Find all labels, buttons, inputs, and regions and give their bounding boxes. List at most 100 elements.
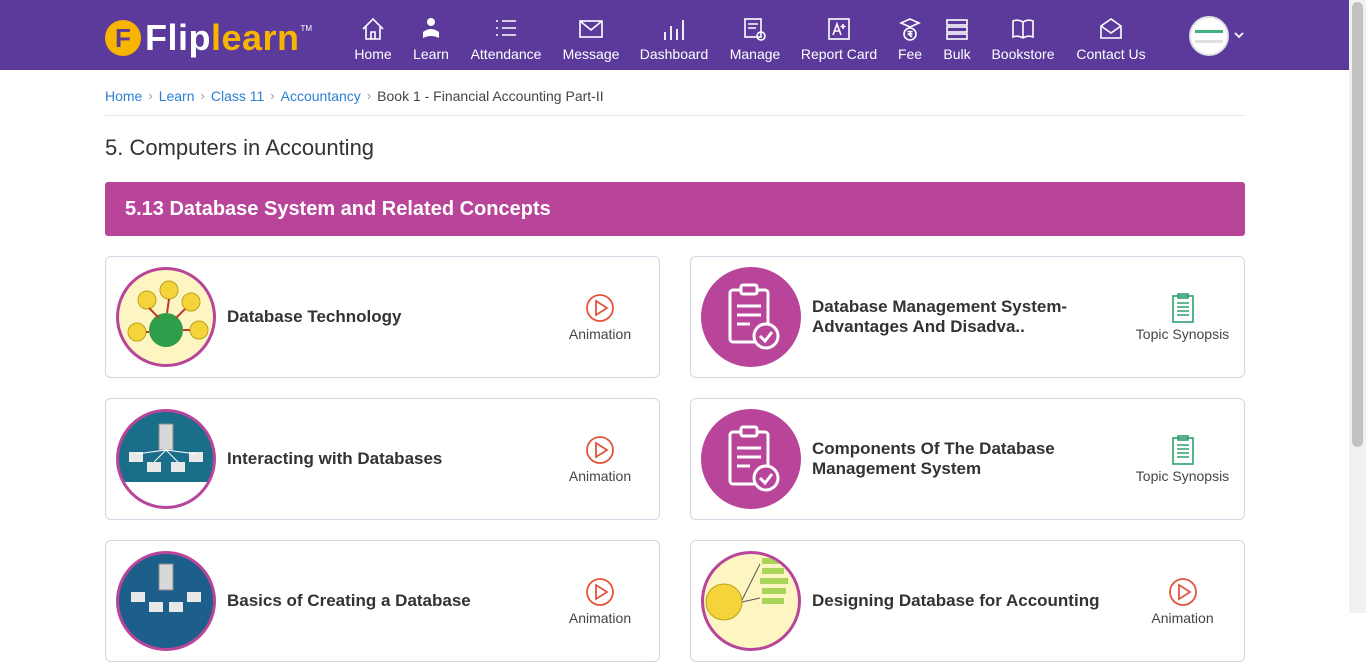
- play-circle-icon: [586, 578, 614, 606]
- nav-learn[interactable]: Learn: [411, 0, 451, 70]
- contact-mail-icon: [1100, 18, 1122, 39]
- chevron-right-icon: ›: [366, 88, 372, 103]
- bulk-stack-icon: [946, 19, 968, 40]
- breadcrumb-current: Book 1 - Financial Accounting Part-II: [377, 88, 604, 104]
- action-label: Animation: [568, 610, 632, 626]
- chevron-down-icon[interactable]: [1233, 29, 1245, 41]
- nav-bookstore-label: Bookstore: [991, 46, 1055, 62]
- clipboard-check-icon: [728, 425, 780, 492]
- animation-button[interactable]: Animation: [1135, 541, 1230, 661]
- action-label: Topic Synopsis: [1135, 468, 1230, 484]
- user-avatar[interactable]: [1189, 16, 1229, 56]
- nav-manage-label: Manage: [729, 46, 781, 62]
- nav-bulk[interactable]: Bulk: [941, 0, 973, 70]
- page-title: 5. Computers in Accounting: [105, 135, 375, 160]
- content-card-dbms-components[interactable]: Components Of The Database Management Sy…: [690, 398, 1245, 520]
- animation-button[interactable]: Animation: [555, 399, 645, 519]
- nav-attendance[interactable]: Attendance: [468, 0, 544, 70]
- chevron-right-icon: ›: [200, 88, 205, 103]
- synopsis-thumbnail: [701, 267, 801, 367]
- logo-text-flip: Flip: [145, 17, 211, 58]
- card-title: Basics of Creating a Database: [227, 591, 471, 611]
- chevron-right-icon: ›: [270, 88, 275, 103]
- breadcrumb-subject[interactable]: Accountancy: [281, 88, 361, 104]
- chevron-right-icon: ›: [148, 88, 153, 103]
- content-card-interacting-with-databases[interactable]: Interacting with Databases Animation: [105, 398, 660, 520]
- logo-text-learn: learn: [210, 17, 300, 58]
- server-network-icon: [131, 563, 201, 612]
- content-card-designing-database-accounting[interactable]: Designing Database for Accounting Animat…: [690, 540, 1245, 662]
- nav-bookstore[interactable]: Bookstore: [991, 0, 1055, 70]
- nav-report-card-label: Report Card: [800, 46, 878, 62]
- breadcrumb: Home › Learn › Class 11 › Accountancy › …: [105, 88, 1245, 116]
- play-circle-icon: [586, 294, 614, 322]
- action-label: Animation: [568, 326, 632, 342]
- card-title: Database Technology: [227, 307, 402, 327]
- manage-settings-icon: [744, 18, 766, 41]
- card-title: Components Of The Database Management Sy…: [812, 439, 1055, 478]
- fee-rupee-icon: [899, 18, 921, 41]
- mail-icon: [579, 20, 603, 38]
- nav-home-label: Home: [354, 46, 392, 62]
- nav-fee[interactable]: Fee: [895, 0, 925, 70]
- nav-dashboard[interactable]: Dashboard: [638, 0, 710, 70]
- action-label: Animation: [1151, 610, 1214, 626]
- logo-trademark: TM: [300, 24, 313, 33]
- topic-synopsis-button[interactable]: Topic Synopsis: [1135, 399, 1230, 519]
- server-network-icon: [119, 423, 213, 506]
- synopsis-thumbnail: [701, 409, 801, 509]
- content-card-database-technology[interactable]: Database Technology Animation: [105, 256, 660, 378]
- nav-home[interactable]: Home: [351, 0, 395, 70]
- breadcrumb-learn[interactable]: Learn: [159, 88, 195, 104]
- action-label: Animation: [568, 468, 632, 484]
- play-circle-icon: [1168, 578, 1197, 606]
- bar-chart-icon: [664, 20, 684, 40]
- creating-database-thumbnail: [116, 551, 216, 651]
- clipboard-check-icon: [728, 283, 780, 350]
- section-header: 5.13 Database System and Related Concept…: [105, 182, 1245, 236]
- logo-mark: F: [105, 20, 141, 56]
- content-card-dbms-advantages[interactable]: Database Management System-Advantages An…: [690, 256, 1245, 378]
- nav-contact-us[interactable]: Contact Us: [1074, 0, 1148, 70]
- designing-database-thumbnail: [701, 551, 801, 651]
- content-card-basics-of-creating-database[interactable]: Basics of Creating a Database Animation: [105, 540, 660, 662]
- nav-manage[interactable]: Manage: [728, 0, 782, 70]
- breadcrumb-home[interactable]: Home: [105, 88, 142, 104]
- play-circle-icon: [586, 436, 614, 464]
- fliplearn-logo[interactable]: F Fliplearn TM: [105, 18, 312, 58]
- report-card-icon: [828, 18, 850, 40]
- nav-dashboard-label: Dashboard: [639, 46, 709, 62]
- attendance-list-icon: [496, 20, 516, 36]
- top-navbar: F Fliplearn TM Home Learn Attendance Mes…: [0, 0, 1366, 70]
- nav-contact-us-label: Contact Us: [1076, 46, 1146, 62]
- document-synopsis-icon: [1171, 435, 1194, 465]
- scrollbar-thumb[interactable]: [1352, 2, 1363, 447]
- nav-report-card[interactable]: Report Card: [800, 0, 878, 70]
- avatar-stripe: [1195, 30, 1223, 33]
- card-title: Interacting with Databases: [227, 449, 443, 469]
- nav-fee-label: Fee: [897, 46, 923, 62]
- database-diagram-icon: [127, 280, 209, 347]
- animation-button[interactable]: Animation: [555, 541, 645, 661]
- card-title: Database Management System-Advantages An…: [812, 297, 1068, 336]
- database-technology-thumbnail: [116, 267, 216, 367]
- document-synopsis-icon: [1171, 293, 1194, 323]
- home-icon: [362, 17, 384, 40]
- animation-button[interactable]: Animation: [555, 257, 645, 377]
- logo-text: Fliplearn: [145, 20, 300, 56]
- nav-message[interactable]: Message: [561, 0, 621, 70]
- learn-icon: [423, 18, 439, 38]
- action-label: Topic Synopsis: [1135, 326, 1230, 342]
- flowchart-diagram-icon: [705, 558, 788, 621]
- nav-message-label: Message: [562, 46, 620, 62]
- topic-synopsis-button[interactable]: Topic Synopsis: [1135, 257, 1230, 377]
- section-title: 5.13 Database System and Related Concept…: [125, 197, 551, 220]
- nav-bulk-label: Bulk: [943, 46, 971, 62]
- avatar-stripe: [1195, 40, 1223, 43]
- page-scrollbar[interactable]: [1349, 0, 1366, 613]
- nav-attendance-label: Attendance: [470, 46, 542, 62]
- breadcrumb-class[interactable]: Class 11: [211, 88, 264, 104]
- book-icon: [1012, 19, 1034, 39]
- nav-learn-label: Learn: [413, 46, 449, 62]
- interacting-databases-thumbnail: [116, 409, 216, 509]
